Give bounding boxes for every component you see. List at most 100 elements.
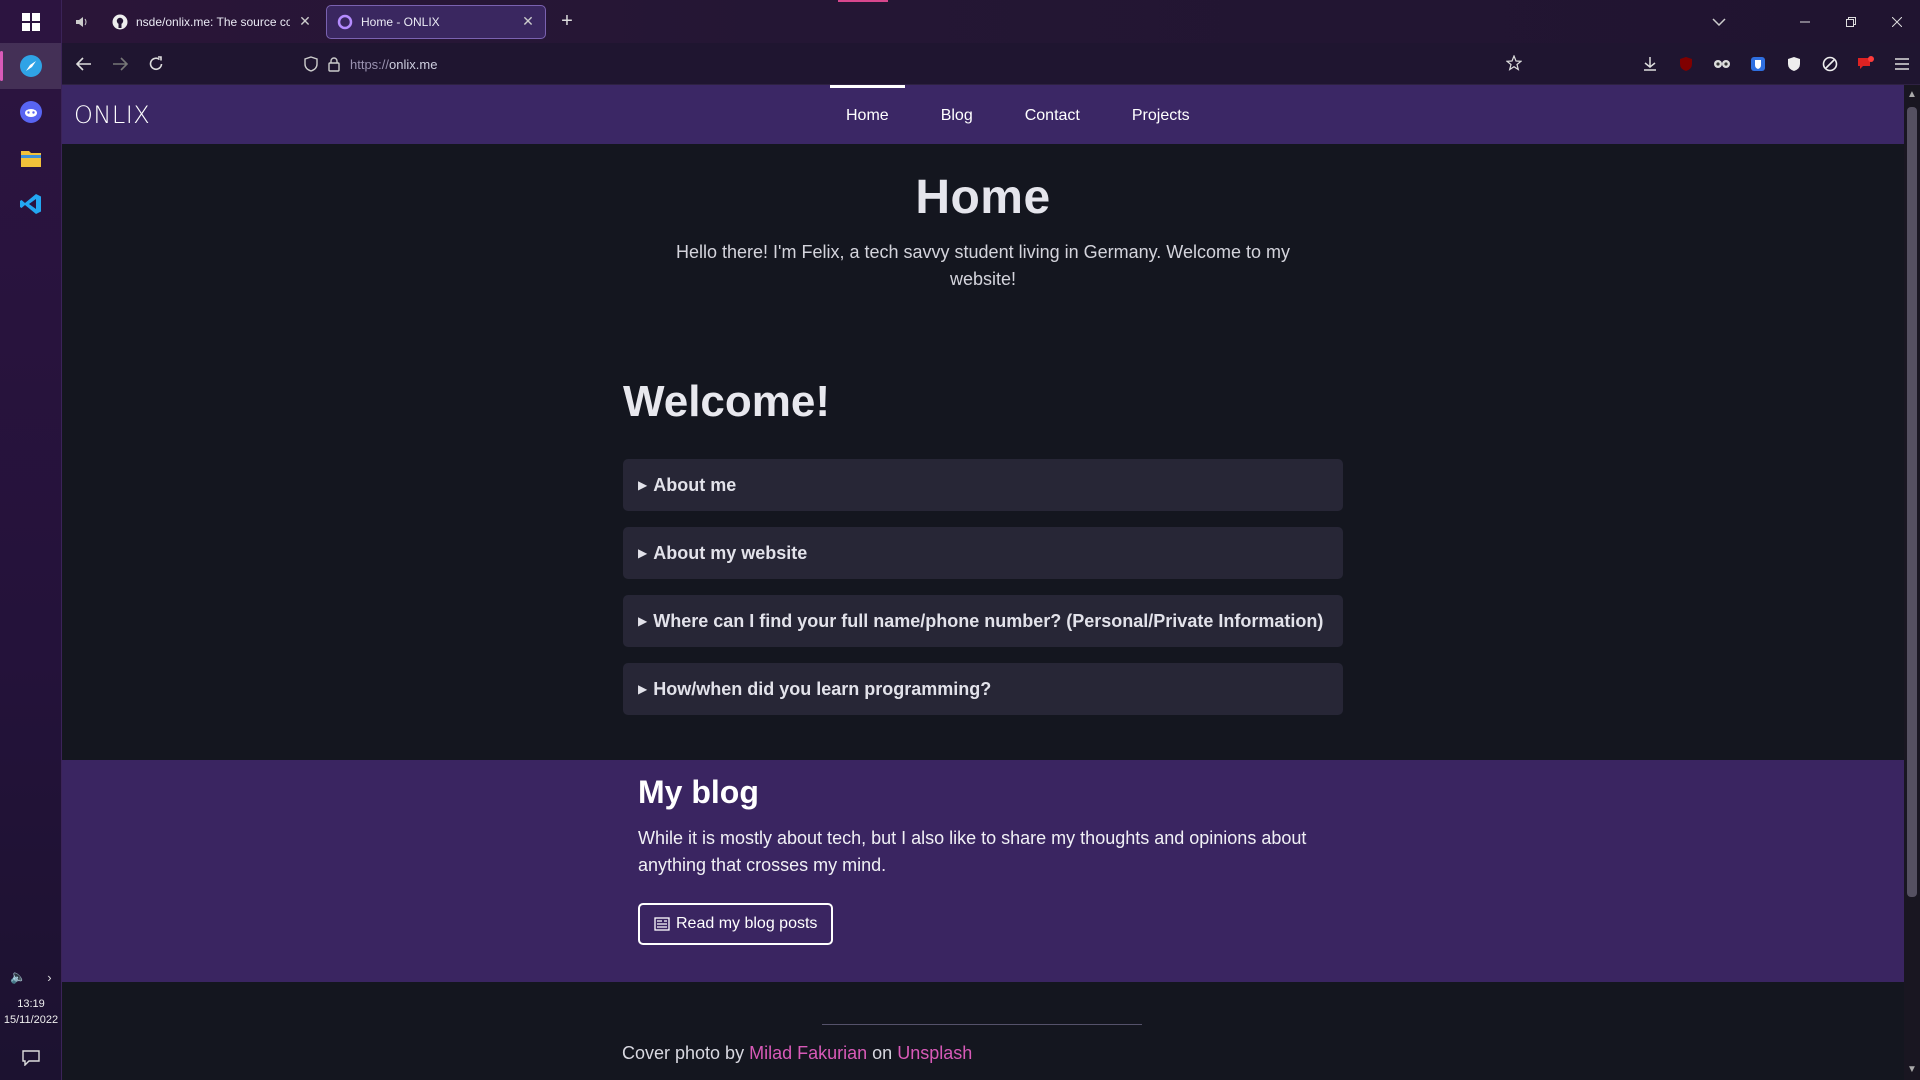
chevron-down-icon: [1712, 17, 1726, 26]
blocked-icon: [1822, 56, 1838, 72]
blog-heading: My blog: [638, 774, 759, 810]
taskbar: 🔈 › 13:19 15/11/2022: [0, 0, 62, 1080]
url-bar[interactable]: https://onlix.me: [292, 49, 1532, 79]
footer-divider: [822, 1024, 1142, 1025]
footer-prefix: Cover photo by: [622, 1043, 745, 1063]
volume-icon[interactable]: 🔈: [10, 969, 26, 985]
tab-sound-button[interactable]: [62, 0, 102, 43]
faq-programming[interactable]: ▶ How/when did you learn programming?: [623, 663, 1343, 715]
lock-icon[interactable]: [328, 56, 340, 72]
page-scrollbar[interactable]: ▲ ▼: [1904, 85, 1920, 1080]
list-all-tabs-button[interactable]: [1696, 0, 1742, 43]
faq-personal-info[interactable]: ▶ Where can I find your full name/phone n…: [623, 595, 1343, 647]
faq-summary: Where can I find your full name/phone nu…: [653, 611, 1324, 631]
site-header: ONLIX Home Blog Contact Projects: [62, 85, 1904, 144]
close-icon: [1892, 16, 1902, 27]
page-viewport: ONLIX Home Blog Contact Projects Home He…: [62, 85, 1904, 1080]
nav-projects[interactable]: Projects: [1116, 85, 1206, 144]
arrow-left-icon: [76, 56, 91, 71]
browser-window: nsde/onlix.me: The source code ✕ Home - …: [62, 0, 1920, 1080]
close-window-button[interactable]: [1874, 0, 1920, 43]
url-host: onlix.me: [389, 56, 438, 72]
footer-mid: on: [872, 1043, 893, 1063]
footer-author-link[interactable]: Milad Fakurian: [749, 1043, 867, 1063]
taskbar-browser[interactable]: [0, 43, 61, 89]
tray-expand-icon[interactable]: ›: [47, 970, 51, 985]
vscode-icon: [19, 194, 41, 214]
start-button[interactable]: [0, 0, 61, 43]
browser-icon: [19, 55, 42, 77]
footer-unsplash-link[interactable]: Unsplash: [897, 1043, 972, 1063]
nav-contact[interactable]: Contact: [1009, 85, 1096, 144]
disclosure-triangle-icon: ▶: [638, 614, 648, 628]
notification-extension[interactable]: [1848, 43, 1884, 85]
footer-credit: Cover photo by Milad Fakurian on Unsplas…: [622, 1043, 972, 1064]
tab-title: nsde/onlix.me: The source code: [136, 14, 290, 29]
clock-date: 15/11/2022: [3, 1014, 59, 1026]
back-button[interactable]: [66, 43, 102, 85]
shield-icon[interactable]: [304, 56, 318, 72]
arrow-right-icon: [113, 56, 128, 71]
extension-eyes-icon: [1714, 60, 1730, 68]
downloads-button[interactable]: [1632, 43, 1668, 85]
tab-title: Home - ONLIX: [361, 14, 440, 29]
faq-summary: About me: [653, 475, 737, 495]
nav-blog[interactable]: Blog: [925, 85, 989, 144]
hero-intro: Hello there! I'm Felix, a tech savvy stu…: [676, 242, 1290, 289]
faq-summary: About my website: [653, 543, 808, 563]
clock-time: 13:19: [17, 998, 45, 1010]
download-icon: [1644, 57, 1656, 71]
app-menu-button[interactable]: [1884, 43, 1920, 85]
disclosure-triangle-icon: ▶: [638, 546, 648, 560]
taskbar-discord[interactable]: [0, 89, 61, 135]
reload-icon: [149, 55, 163, 70]
blocker-extension[interactable]: [1812, 43, 1848, 85]
github-icon: [112, 14, 128, 29]
faq-about-me[interactable]: ▶ About me: [623, 459, 1343, 511]
navigation-toolbar: https://onlix.me: [62, 43, 1920, 85]
scroll-down-icon[interactable]: ▼: [1904, 1062, 1920, 1078]
welcome-section: Welcome! ▶ About me ▶ About my website ▶ Wh…: [623, 293, 1343, 715]
disclosure-triangle-icon: ▶: [638, 478, 648, 492]
notification-button[interactable]: [0, 1036, 62, 1080]
bitwarden-extension[interactable]: [1740, 43, 1776, 85]
hero-section: Home Hello there! I'm Felix, a tech savv…: [62, 144, 1904, 293]
onlix-icon: [337, 14, 353, 29]
scroll-thumb[interactable]: [1907, 107, 1917, 897]
chat-alert-icon: [1858, 56, 1874, 69]
active-indicator: [0, 51, 3, 81]
taskbar-file-explorer[interactable]: [0, 135, 61, 181]
forward-button[interactable]: [102, 43, 138, 85]
nav-home[interactable]: Home: [830, 85, 905, 144]
shield-badge-icon: [1751, 57, 1765, 71]
newspaper-icon: [654, 917, 670, 931]
reload-button[interactable]: [138, 43, 174, 85]
clock[interactable]: 13:19 15/11/2022: [0, 992, 62, 1036]
privacy-extension[interactable]: [1776, 43, 1812, 85]
windows-icon: [21, 12, 40, 31]
new-tab-button[interactable]: +: [550, 10, 584, 33]
bookmark-star-icon[interactable]: [1505, 54, 1523, 74]
read-blog-label: Read my blog posts: [676, 915, 818, 932]
tab-home-onlix[interactable]: Home - ONLIX ✕: [326, 4, 546, 39]
ublock-extension[interactable]: [1668, 43, 1704, 85]
restore-button[interactable]: [1828, 0, 1874, 43]
welcome-heading: Welcome!: [623, 377, 831, 426]
faq-about-website[interactable]: ▶ About my website: [623, 527, 1343, 579]
tab-github[interactable]: nsde/onlix.me: The source code ✕: [102, 5, 322, 39]
close-icon[interactable]: ✕: [298, 13, 312, 30]
faq-summary: How/when did you learn programming?: [653, 679, 992, 699]
site-logo[interactable]: ONLIX: [74, 101, 150, 129]
blog-description: While it is mostly about tech, but I als…: [638, 828, 1307, 875]
read-blog-button[interactable]: Read my blog posts: [638, 903, 834, 945]
close-icon[interactable]: ✕: [521, 13, 535, 30]
scroll-up-icon[interactable]: ▲: [1904, 87, 1920, 103]
taskbar-vscode[interactable]: [0, 181, 61, 227]
restore-icon: [1846, 16, 1856, 27]
minimize-button[interactable]: [1782, 0, 1828, 43]
audio-playing-indicator: [838, 0, 888, 2]
url-text[interactable]: https://onlix.me: [350, 57, 437, 72]
url-protocol: https://: [350, 56, 390, 72]
notification-icon: [22, 1050, 40, 1066]
tampermonkey-extension[interactable]: [1704, 43, 1740, 85]
